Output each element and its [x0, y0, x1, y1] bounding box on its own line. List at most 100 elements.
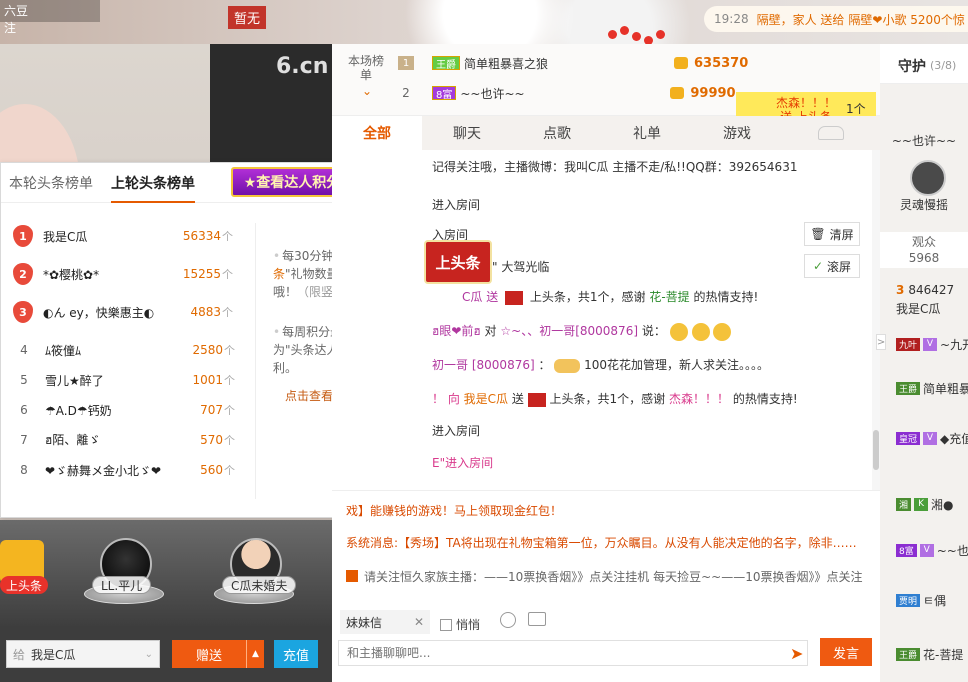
audience-row[interactable]: 王爵 花-菩提: [896, 644, 963, 664]
emoji-icon: [669, 322, 688, 341]
rank-number: 2: [402, 86, 410, 100]
whisper-toggle[interactable]: 悄悄: [440, 616, 480, 633]
close-icon[interactable]: ✕: [414, 615, 424, 629]
session-rank-row[interactable]: 1 王爵 简单粗暴喜之狼 635370: [398, 52, 748, 74]
expand-arrow-icon[interactable]: >: [876, 334, 886, 350]
message-user[interactable]: 我是C瓜: [464, 392, 508, 406]
coin-icon: [670, 87, 685, 99]
rank-name: ❤ゞ赫舞メ金小北ゞ❤: [45, 463, 162, 478]
scrollbar-thumb[interactable]: [873, 430, 879, 470]
notice-text: 隔壁，家人 送给: [756, 12, 845, 27]
top-score: 846427: [908, 283, 955, 297]
audience-top-name[interactable]: 我是C瓜: [896, 298, 940, 318]
tab-chat[interactable]: 聊天: [422, 116, 512, 150]
send-button[interactable]: 发言: [820, 638, 872, 666]
emoji-icon: [691, 322, 710, 341]
chat-message: 进入房间: [432, 422, 480, 442]
audience-count: 5968: [908, 251, 940, 265]
recharge-button[interactable]: 充值: [274, 640, 318, 668]
audience-tab[interactable]: 观众 5968: [880, 232, 968, 268]
guard-count: (3/8): [930, 59, 957, 72]
message-user[interactable]: 花-菩提: [649, 290, 689, 304]
avatar[interactable]: [910, 160, 946, 196]
give-gift-button[interactable]: 赠送: [172, 640, 246, 668]
chat-panel: 本场榜单 ⌄ 1 王爵 简单粗暴喜之狼 635370 2 8富 ~~也许~~ 9…: [332, 44, 880, 682]
level-badge: 贾明: [896, 593, 921, 607]
audience-row[interactable]: 王爵 简单粗暴之: [896, 378, 968, 398]
rank-unit: 个: [222, 268, 233, 281]
car-icon[interactable]: [818, 126, 844, 140]
chat-message: ฮ眼❤前ฮ 对 ☆~、、初一哥[8000876] 说：: [432, 322, 732, 342]
message-user[interactable]: C瓜 送: [462, 290, 498, 304]
tab-current-round[interactable]: 本轮头条榜单: [9, 173, 93, 201]
give-label: 给: [13, 647, 26, 662]
give-dropdown-icon[interactable]: ▲: [246, 640, 264, 668]
hanging-count: 1个: [846, 102, 866, 116]
banner-snow-decoration: [400, 0, 700, 44]
notice-text-2: 隔壁❤小歌 5200个惊: [848, 12, 965, 27]
rank-score: 15255: [182, 267, 221, 281]
rank-row[interactable]: 4 ﾑ筱僮ﾑ 2580 个: [1, 335, 251, 365]
chat-message: E"进入房间: [432, 454, 493, 474]
message-user[interactable]: 杰森！！！: [669, 392, 729, 406]
guard-user[interactable]: ~~也许~~: [880, 132, 968, 149]
gift-target-select[interactable]: 给 我是C瓜 ⌄: [6, 640, 160, 668]
guard-user[interactable]: 灵魂慢摇: [880, 196, 968, 213]
gift-broadcast-notice[interactable]: 19:28 隔壁，家人 送给 隔壁❤小歌 5200个惊: [704, 6, 968, 32]
message-user[interactable]: ฮ眼❤前ฮ: [432, 324, 481, 338]
tab-gifts[interactable]: 礼单: [602, 116, 692, 150]
level-badge: 皇冠: [896, 431, 921, 445]
headline-gift-icon: [527, 392, 546, 407]
whisper-target[interactable]: 妹妹信 ✕: [340, 610, 430, 634]
tab-all[interactable]: 全部: [332, 116, 422, 150]
image-icon[interactable]: [528, 612, 546, 626]
session-rank-row[interactable]: 2 8富 ~~也许~~ 99990: [398, 82, 735, 104]
rank-row[interactable]: 8 ❤ゞ赫舞メ金小北ゞ❤ 560 个: [1, 455, 251, 485]
clear-screen-button[interactable]: 🗑 清屏: [804, 222, 860, 246]
anchor-nick-area[interactable]: 六豆 注: [0, 0, 100, 35]
scroll-lock-button[interactable]: ✓ 滚屏: [804, 254, 860, 278]
tab-songs[interactable]: 点歌: [512, 116, 602, 150]
site-watermark: 6.cn: [276, 54, 329, 79]
guard-title: 守护: [898, 59, 926, 75]
audience-name: ㅌ偶: [923, 593, 947, 608]
rank-medal-icon: 1: [398, 56, 414, 70]
tab-last-round[interactable]: 上轮头条榜单: [111, 173, 195, 203]
tab-games[interactable]: 游戏: [692, 116, 782, 150]
headline-badge[interactable]: 上头条: [0, 540, 48, 610]
message-text: 送: [511, 392, 524, 406]
rank-medal-icon: 2: [13, 263, 33, 285]
audience-row[interactable]: 8富 V ~~也许~~: [896, 540, 968, 560]
system-message[interactable]: 戏】能赚钱的游戏！马上领取现金红包！: [346, 499, 874, 521]
chat-input[interactable]: [338, 640, 808, 666]
message-text: 进入房间: [432, 424, 481, 438]
rank-row[interactable]: 2 *✿樱桃✿* 15255 个: [1, 259, 251, 289]
zan-badge[interactable]: 暂无: [228, 6, 267, 29]
rank-score: 4883: [190, 305, 221, 319]
rank-medal-icon: 3: [13, 301, 33, 323]
rank-row[interactable]: 3 ◐ん ey，快樂惠主◐ 4883 个: [1, 297, 251, 327]
audience-row[interactable]: 湘 K 湘●: [896, 494, 954, 514]
check-circle-icon: ✓: [812, 259, 824, 273]
headline-badge-label: 上头条: [0, 576, 48, 594]
rank-row[interactable]: 6 ☂A.D☂钙奶 707 个: [1, 395, 251, 425]
session-rank-title[interactable]: 本场榜单: [348, 54, 384, 82]
message-user[interactable]: 初一哥: [432, 358, 468, 372]
rank-name: 雪儿★醉了: [45, 373, 104, 388]
popup-divider: [255, 223, 256, 499]
rank-name: ﾑ筱僮ﾑ: [45, 343, 82, 358]
message-user[interactable]: ☆~、、初一哥[8000876]: [500, 324, 638, 338]
rank-row[interactable]: 1 我是C瓜 56334 个: [1, 221, 251, 251]
send-icon[interactable]: ➤: [790, 644, 810, 663]
anchor-sub: 注: [4, 21, 17, 35]
chevron-down-icon[interactable]: ⌄: [362, 84, 372, 98]
audience-row[interactable]: 九叶 V ~九开: [896, 334, 968, 354]
audience-row[interactable]: 贾明 ㅌ偶: [896, 590, 946, 610]
rank-row[interactable]: 7 ฮ陌、離ゞ 570 个: [1, 425, 251, 455]
level-badge: 8富: [896, 543, 917, 557]
audience-top[interactable]: 3 846427: [896, 280, 954, 300]
emoji-icon[interactable]: [500, 612, 516, 628]
rank-row[interactable]: 5 雪儿★醉了 1001 个: [1, 365, 251, 395]
checkbox[interactable]: [440, 618, 452, 631]
audience-row[interactable]: 皇冠 V ◆充值代理: [896, 428, 968, 448]
